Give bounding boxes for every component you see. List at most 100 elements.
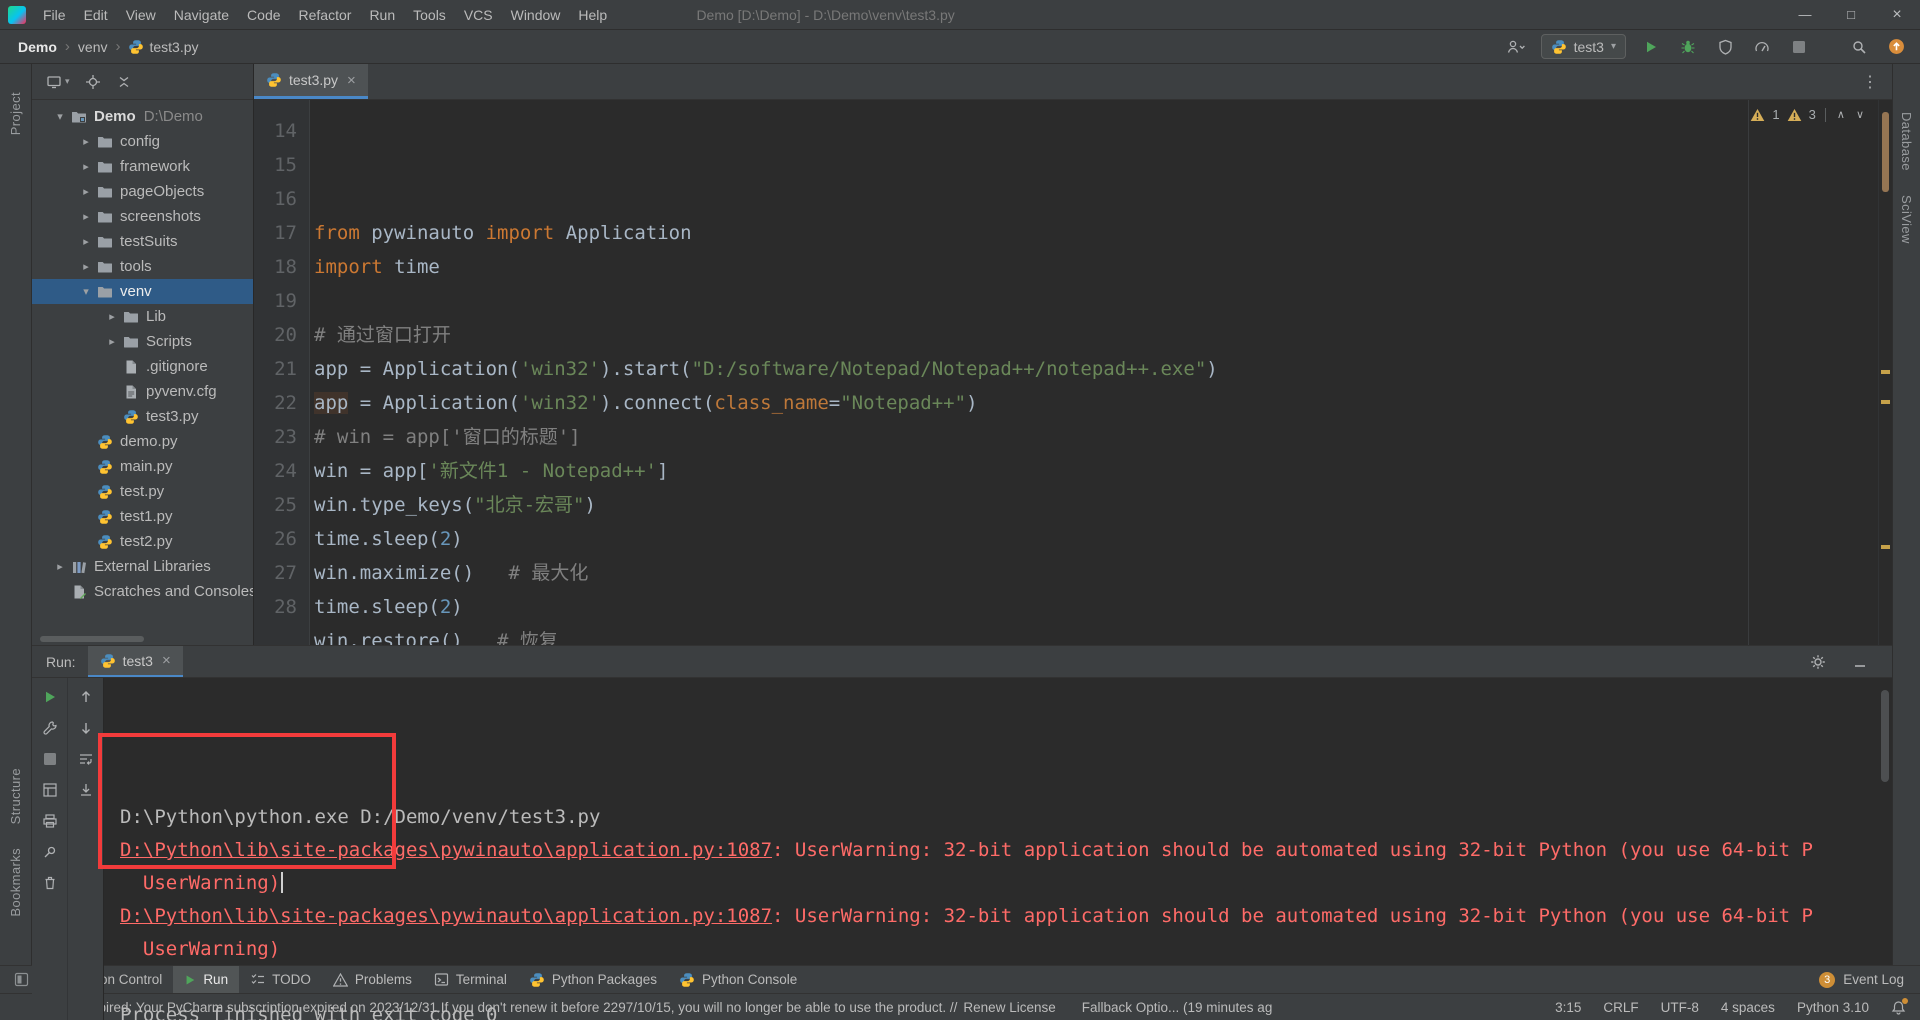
menu-vcs[interactable]: VCS [455,7,502,23]
tree-item-tools[interactable]: ▸tools [32,254,253,279]
close-tab-icon[interactable]: × [162,652,171,669]
tree-item-test2-py[interactable]: test2.py [32,529,253,554]
tree-item-lib[interactable]: ▸Lib [32,304,253,329]
run-configuration-select[interactable]: test3 ▾ [1541,34,1626,59]
tree-item-scripts[interactable]: ▸Scripts [32,329,253,354]
console-file-link[interactable]: D:\Python\lib\site-packages\pywinauto\ap… [120,905,772,927]
navbar-right-toolbar: test3 ▾ [1504,34,1908,59]
tool-stripe-bookmarks[interactable]: Bookmarks [8,848,23,917]
printer-button[interactable] [39,810,61,832]
scroll-end-button[interactable] [75,779,97,801]
menu-run[interactable]: Run [360,7,404,23]
menu-refactor[interactable]: Refactor [290,7,361,23]
close-button[interactable]: × [1874,0,1920,29]
chevron-down-icon[interactable]: ▾ [50,110,70,123]
menu-code[interactable]: Code [238,7,289,23]
tree-item-main-py[interactable]: main.py [32,454,253,479]
profiler-gauge-button[interactable] [1750,35,1774,59]
chevron-right-icon[interactable]: ▸ [102,310,122,323]
debug-bug-button[interactable] [1676,35,1700,59]
console-file-link[interactable]: D:\Python\lib\site-packages\pywinauto\ap… [120,839,772,861]
menu-help[interactable]: Help [569,7,616,23]
minimize-button[interactable] [1848,650,1872,674]
monitor-selector-button[interactable]: ▾ [46,74,70,90]
breadcrumb-demo[interactable]: Demo [18,39,57,55]
tree-item-pyvenv-cfg[interactable]: pyvenv.cfg [32,379,253,404]
rerun-button[interactable] [39,686,61,708]
layout-button[interactable] [39,779,61,801]
search-icon [1851,39,1867,55]
tool-stripe-sciview[interactable]: SciView [1899,195,1914,244]
tree-item-test3-py[interactable]: test3.py [32,404,253,429]
tree-item-pageobjects[interactable]: ▸pageObjects [32,179,253,204]
tree-item-demo[interactable]: ▾DemoD:\Demo [32,104,253,129]
menu-edit[interactable]: Edit [75,7,117,23]
editor-options-icon[interactable]: ⋮ [1848,72,1892,92]
tree-item-test1-py[interactable]: test1.py [32,504,253,529]
minimize-button[interactable]: — [1782,0,1828,29]
tree-item-screenshots[interactable]: ▸screenshots [32,204,253,229]
breadcrumb-venv[interactable]: venv [78,39,108,55]
menu-view[interactable]: View [117,7,165,23]
pin-button[interactable] [39,841,61,863]
tree-item-config[interactable]: ▸config [32,129,253,154]
chevron-right-icon[interactable]: ▸ [102,335,122,348]
tree-item-testsuits[interactable]: ▸testSuits [32,229,253,254]
run-console[interactable]: D:\Python\python.exe D:/Demo/venv/test3.… [104,678,1892,1020]
chevron-right-icon[interactable]: ▸ [50,560,70,573]
chevron-right-icon[interactable]: ▸ [76,185,96,198]
chevron-right-icon[interactable]: ▸ [76,135,96,148]
coverage-shield-button[interactable] [1713,35,1737,59]
menu-file[interactable]: File [34,7,75,23]
project-tree[interactable]: ▾DemoD:\Demo▸config▸framework▸pageObject… [32,100,253,645]
tree-item-gitignore[interactable]: .gitignore [32,354,253,379]
menu-window[interactable]: Window [502,7,570,23]
project-horizontal-scrollbar[interactable] [40,636,144,642]
chevron-right-icon[interactable]: ▸ [76,260,96,273]
prev-issue-button[interactable]: ∧ [1835,108,1847,121]
tool-stripe-database[interactable]: Database [1899,112,1914,171]
tree-item-scratches-and-consoles[interactable]: Scratches and Consoles [32,579,253,604]
arrow-down-button[interactable] [75,717,97,739]
chevron-down-icon[interactable]: ▾ [76,285,96,298]
editor-marker-bar[interactable] [1878,100,1892,645]
next-issue-button[interactable]: ∨ [1854,108,1866,121]
tree-item-framework[interactable]: ▸framework [32,154,253,179]
close-tab-icon[interactable]: × [347,72,356,89]
weak-warning-count[interactable]: 3 [1809,107,1816,122]
wrench-button[interactable] [39,717,61,739]
tree-item-demo-py[interactable]: demo.py [32,429,253,454]
arrow-up-button[interactable] [75,686,97,708]
soft-wrap-button[interactable] [75,748,97,770]
notifications-bell-icon[interactable] [1891,1000,1906,1015]
tree-item-external-libraries[interactable]: ▸External Libraries [32,554,253,579]
chevron-right-icon[interactable]: ▸ [76,160,96,173]
tab-test3-py[interactable]: test3.py × [254,64,368,99]
breadcrumb-test3-py[interactable]: test3.py [128,39,198,55]
gear-button[interactable] [1806,650,1830,674]
stop-square-button[interactable] [1787,35,1811,59]
menu-tools[interactable]: Tools [404,7,455,23]
tree-item-venv[interactable]: ▾venv [32,279,253,304]
locate-file-button[interactable] [85,74,101,90]
trash-button[interactable] [39,872,61,894]
tree-item-test-py[interactable]: test.py [32,479,253,504]
tool-stripe-project[interactable]: Project [8,92,23,135]
run-play-button[interactable] [1639,35,1663,59]
chevron-right-icon[interactable]: ▸ [76,235,96,248]
update-button[interactable] [1884,35,1908,59]
menu-navigate[interactable]: Navigate [165,7,238,23]
tool-stripe-structure[interactable]: Structure [8,768,23,824]
search-button[interactable] [1847,35,1871,59]
warning-count[interactable]: 1 [1772,107,1779,122]
chevron-right-icon[interactable]: ▸ [76,210,96,223]
scrollbar-thumb[interactable] [1882,112,1889,192]
collapse-all-button[interactable] [116,74,132,90]
stop-button[interactable] [39,748,61,770]
maximize-button[interactable]: □ [1828,0,1874,29]
run-tab-test3[interactable]: test3 × [88,646,183,677]
console-vertical-scrollbar[interactable] [1881,690,1889,782]
code-editor[interactable]: from pywinauto import Applicationimport … [310,100,1878,645]
console-line: D:\Python\lib\site-packages\pywinauto\ap… [120,900,1892,933]
collab-person-button[interactable] [1504,35,1528,59]
